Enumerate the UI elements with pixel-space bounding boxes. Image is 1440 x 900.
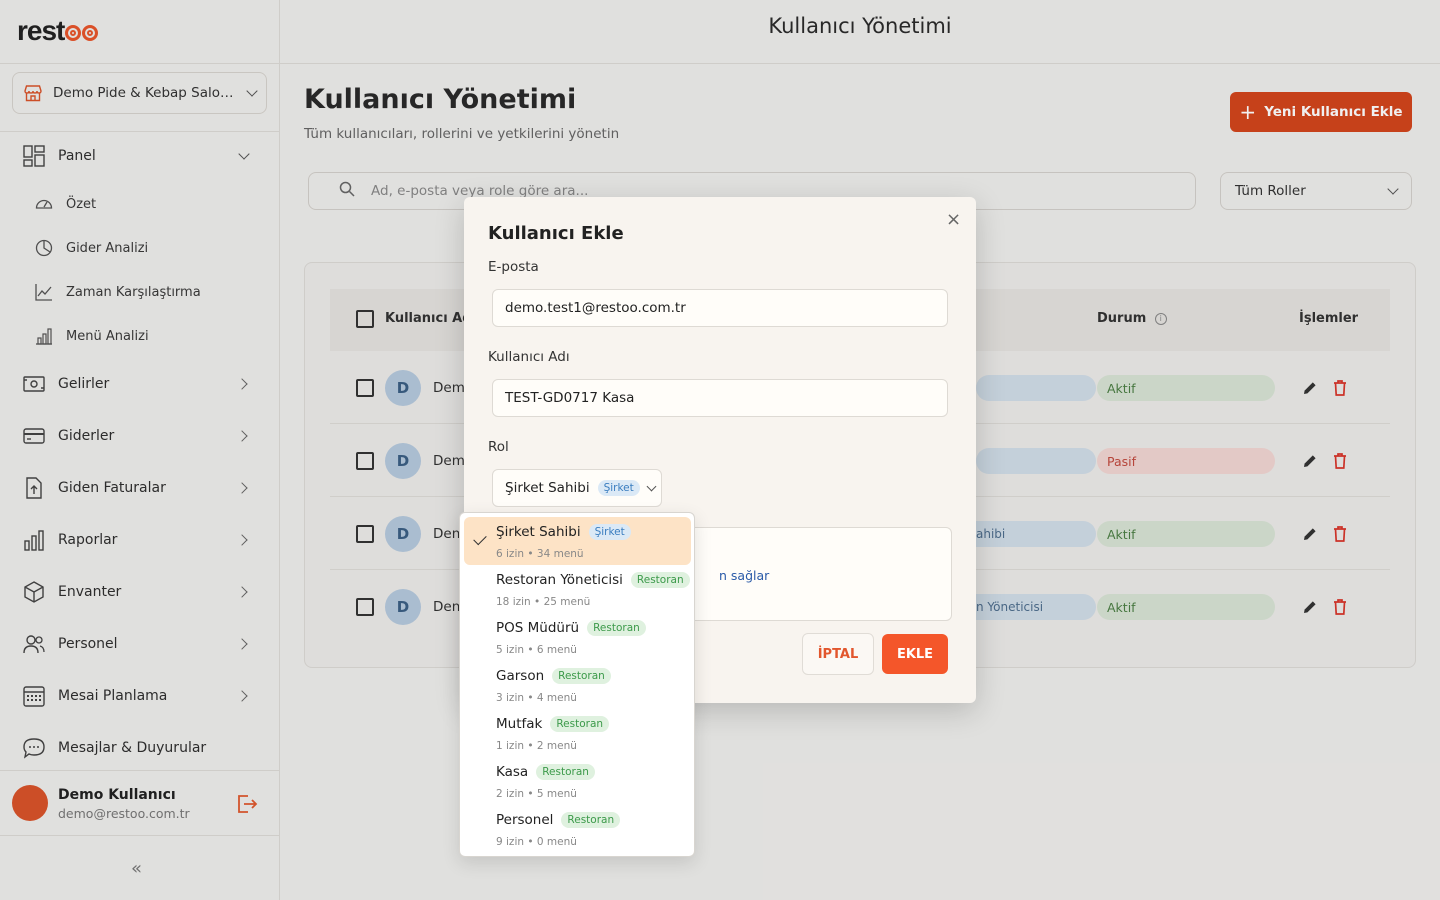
role-option-meta: 18 izin • 25 menü	[496, 596, 591, 608]
check-icon	[473, 531, 487, 546]
cancel-button[interactable]: İPTAL	[802, 633, 874, 675]
role-option-meta: 2 izin • 5 menü	[496, 788, 577, 800]
role-scope-badge: Şirket	[597, 480, 640, 496]
role-option-name: Restoran Yöneticisi	[496, 572, 623, 588]
modal-title: Kullanıcı Ekle	[488, 223, 624, 244]
email-field[interactable]: demo.test1@restoo.com.tr	[492, 289, 948, 327]
role-select-value: Şirket Sahibi	[505, 480, 590, 496]
role-label: Rol	[488, 439, 509, 455]
role-option-label: Kasa Restoran	[496, 764, 595, 780]
role-scope-badge: Şirket	[588, 524, 631, 540]
role-option-meta: 9 izin • 0 menü	[496, 836, 577, 848]
submit-button[interactable]: EKLE	[882, 634, 948, 674]
role-option-restoran-yoneticisi[interactable]: Restoran Yöneticisi Restoran 18 izin • 25…	[464, 565, 691, 613]
role-select[interactable]: Şirket Sahibi Şirket	[492, 469, 662, 507]
role-option-meta: 3 izin • 4 menü	[496, 692, 577, 704]
role-option-garson[interactable]: Garson Restoran 3 izin • 4 menü	[464, 661, 691, 709]
chevron-down-icon	[646, 481, 657, 491]
email-value: demo.test1@restoo.com.tr	[505, 300, 686, 316]
username-value: TEST-GD0717 Kasa	[505, 390, 635, 406]
role-option-label: Mutfak Restoran	[496, 716, 610, 732]
role-dropdown: Şirket Sahibi Şirket 6 izin • 34 menü Res…	[459, 512, 695, 857]
role-scope-badge: Restoran	[536, 764, 595, 780]
role-option-mutfak[interactable]: Mutfak Restoran 1 izin • 2 menü	[464, 709, 691, 757]
close-icon[interactable]: ×	[946, 209, 961, 230]
role-option-meta: 1 izin • 2 menü	[496, 740, 577, 752]
role-option-meta: 6 izin • 34 menü	[496, 548, 584, 560]
role-option-name: Kasa	[496, 764, 529, 780]
role-option-label: POS Müdürü Restoran	[496, 620, 646, 636]
role-info-link[interactable]: n sağlar	[719, 568, 769, 583]
role-option-label: Personel Restoran	[496, 812, 621, 828]
username-label: Kullanıcı Adı	[488, 349, 570, 365]
role-option-name: Personel	[496, 812, 554, 828]
role-option-pos-muduru[interactable]: POS Müdürü Restoran 5 izin • 6 menü	[464, 613, 691, 661]
username-field[interactable]: TEST-GD0717 Kasa	[492, 379, 948, 417]
role-scope-badge: Restoran	[630, 572, 690, 588]
role-option-label: Garson Restoran	[496, 668, 611, 684]
role-scope-badge: Restoran	[552, 668, 611, 684]
role-option-kasa[interactable]: Kasa Restoran 2 izin • 5 menü	[464, 757, 691, 805]
role-option-name: Şirket Sahibi	[496, 524, 581, 540]
role-option-name: Mutfak	[496, 716, 543, 732]
role-option-name: Garson	[496, 668, 545, 684]
role-scope-badge: Restoran	[561, 812, 621, 828]
role-scope-badge: Restoran	[587, 620, 646, 636]
role-scope-badge: Restoran	[550, 716, 610, 732]
role-option-label: Restoran Yöneticisi Restoran	[496, 572, 690, 588]
role-option-label: Şirket Sahibi Şirket	[496, 524, 631, 540]
role-option-name: POS Müdürü	[496, 620, 580, 636]
role-option-meta: 5 izin • 6 menü	[496, 644, 577, 656]
email-label: E-posta	[488, 259, 539, 275]
role-option-sirket-sahibi[interactable]: Şirket Sahibi Şirket 6 izin • 34 menü	[464, 517, 691, 565]
role-option-personel[interactable]: Personel Restoran 9 izin • 0 menü	[464, 805, 691, 853]
